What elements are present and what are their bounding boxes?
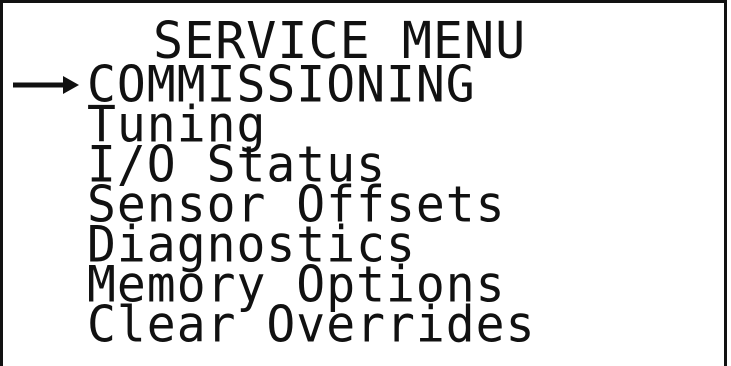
cursor-slot [3, 185, 87, 225]
menu-item-label: Clear Overrides [87, 295, 536, 355]
cursor-slot [3, 265, 87, 305]
cursor-slot [3, 305, 87, 345]
cursor-slot [3, 145, 87, 185]
service-menu-list: COMMISSIONING Tuning I/O Status Sensor O… [3, 60, 724, 355]
cursor-slot [3, 65, 87, 105]
right-arrow-icon [13, 76, 79, 94]
cursor-slot [3, 225, 87, 265]
menu-item-clear-overrides[interactable]: Clear Overrides [3, 295, 724, 355]
cursor-slot [3, 105, 87, 145]
lcd-display: SERVICE MENU COMMISSIONING Tuning I/O St… [0, 0, 727, 366]
